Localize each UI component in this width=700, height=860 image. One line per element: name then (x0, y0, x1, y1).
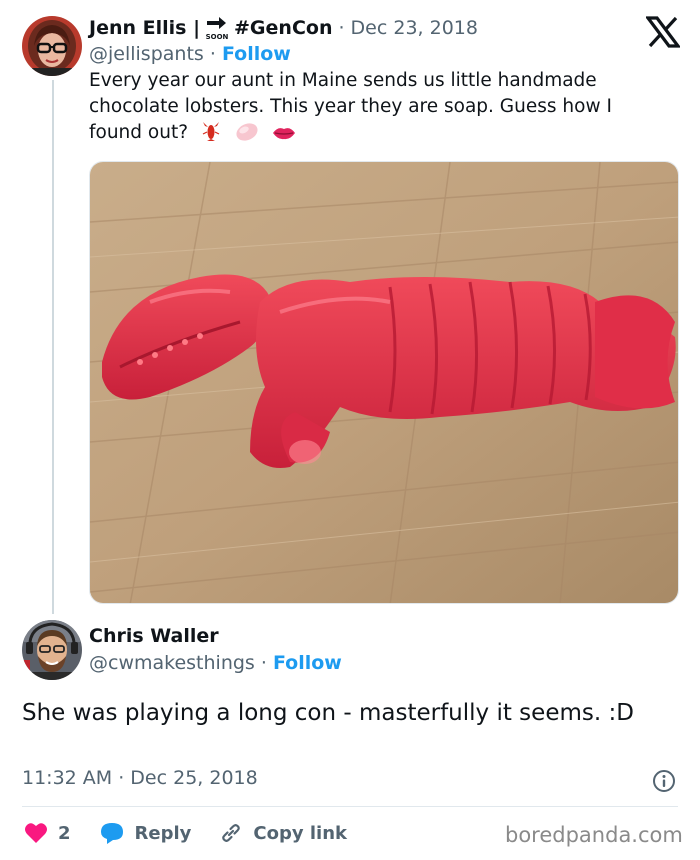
copy-link-button[interactable]: Copy link (219, 821, 347, 845)
divider (22, 806, 678, 807)
tweet2-body: She was playing a long con - masterfully… (22, 700, 634, 726)
heart-icon (25, 823, 47, 843)
lips-emoji-icon (272, 124, 296, 150)
hashtag[interactable]: #GenCon (234, 17, 332, 39)
follow-button[interactable]: Follow (222, 43, 291, 65)
tweet-timestamp[interactable]: 11:32 AM · Dec 25, 2018 (22, 767, 258, 789)
link-icon (222, 824, 241, 842)
soon-label: SOON (206, 33, 229, 41)
reply-button[interactable]: Reply (99, 821, 192, 845)
like-button[interactable]: 2 (24, 822, 71, 844)
avatar-chris-waller[interactable] (22, 620, 82, 680)
author-name[interactable]: Chris Waller (89, 625, 219, 647)
tweet-date[interactable]: · Dec 23, 2018 (338, 17, 478, 39)
tweet-photo-soap-lobster[interactable] (89, 161, 679, 604)
coming-soon-arrow-icon: SOON (204, 15, 230, 41)
copy-link-label: Copy link (253, 822, 347, 844)
author-name[interactable]: Jenn Ellis | (89, 17, 200, 39)
tweet2-header: Chris Waller (89, 625, 219, 647)
tweet1-body: Every year our aunt in Maine sends us li… (89, 68, 669, 150)
watermark-credit: boredpanda.com (505, 823, 683, 847)
x-logo-icon[interactable] (644, 16, 682, 48)
avatar-jenn-ellis[interactable] (22, 16, 82, 76)
lobster-emoji-icon (200, 120, 222, 150)
author-handle[interactable]: @cwmakesthings (89, 652, 255, 674)
tweet1-header: Jenn Ellis | SOON #GenCon · Dec 23, 2018 (89, 15, 478, 41)
thread-connector-line (52, 80, 54, 614)
follow-button[interactable]: Follow (273, 652, 342, 674)
info-icon[interactable] (652, 769, 676, 793)
separator-dot: · (260, 652, 267, 674)
tweet2-handle-row: @cwmakesthings · Follow (89, 652, 342, 674)
reply-bubble-icon (100, 823, 123, 844)
author-handle[interactable]: @jellispants (89, 43, 204, 65)
soap-emoji-icon (234, 120, 260, 150)
tweet-text: Every year our aunt in Maine sends us li… (89, 70, 612, 143)
reply-label: Reply (134, 822, 192, 844)
tweet1-handle-row: @jellispants · Follow (89, 43, 291, 65)
like-count: 2 (58, 822, 71, 844)
tweet-action-bar: 2 Reply Copy link (24, 820, 375, 846)
separator-dot: · (209, 43, 216, 65)
